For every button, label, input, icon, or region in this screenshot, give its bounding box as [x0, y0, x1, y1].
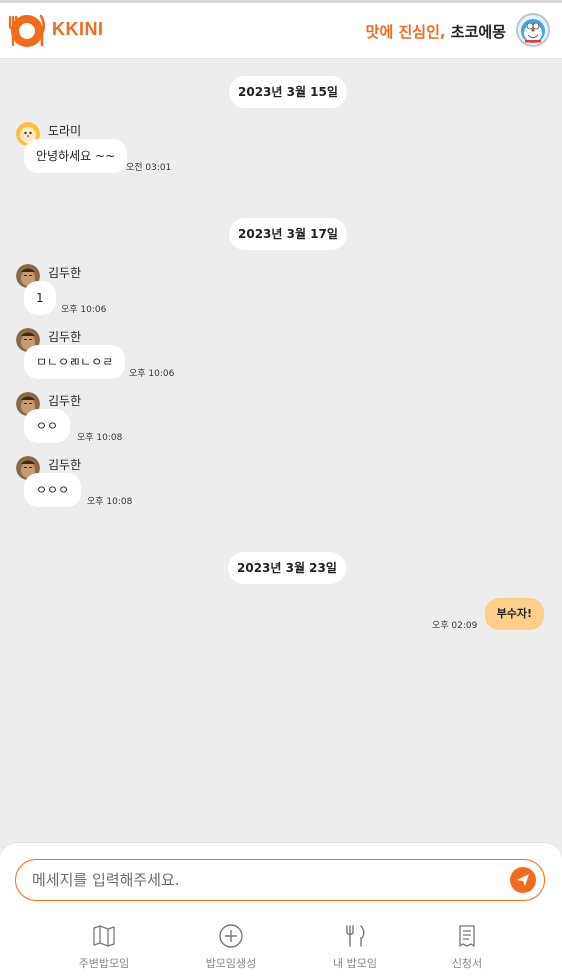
- message-time: 오전 03:01: [126, 163, 172, 173]
- message-input-box: [15, 859, 545, 901]
- receipt-icon: [459, 925, 475, 947]
- sender-name: 김두한: [48, 266, 82, 280]
- greeting-tagline: 맛에 진심인,: [365, 23, 446, 41]
- message-bubble: ㅇㅇ: [24, 409, 71, 443]
- bottom-panel: 주변밥모임 밥모임생성 내 밥모임 신청서: [0, 842, 562, 979]
- date-divider: 2023년 3월 23일: [228, 552, 346, 584]
- send-icon: [517, 874, 529, 886]
- sender-name: 김두한: [48, 458, 82, 472]
- map-icon: [93, 925, 115, 947]
- date-divider: 2023년 3월 17일: [229, 218, 347, 250]
- app-header: KKINI 맛에 진심인, 초코에몽: [0, 3, 562, 59]
- message-bubble: 1: [24, 281, 56, 315]
- message-time: 오후 10:08: [87, 497, 133, 507]
- message-bubble: 안녕하세요 ~~: [24, 139, 128, 173]
- sender-name: 김두한: [48, 394, 82, 408]
- user-greeting: 맛에 진심인, 초코에몽: [366, 21, 506, 42]
- my-message-bubble: 부수자!: [484, 598, 544, 630]
- nav-item-create[interactable]: 밥모임생성: [186, 923, 276, 971]
- nav-label: 밥모임생성: [205, 957, 257, 970]
- message-bubble: ㅁㄴㅇㄻㄴㅇㄹ: [24, 345, 126, 379]
- message-time: 오후 10:08: [77, 433, 123, 443]
- nav-label: 내 밥모임: [333, 957, 377, 970]
- message-time: 오후 10:06: [129, 369, 175, 379]
- logo-icon[interactable]: [6, 11, 46, 49]
- chat-area[interactable]: 2023년 3월 15일 도라미 안녕하세요 ~~ 오전 03:01 2023년…: [0, 60, 562, 840]
- user-avatar[interactable]: [516, 13, 550, 47]
- message-time: 오후 10:06: [61, 305, 107, 315]
- sender-name: 김두한: [48, 330, 82, 344]
- nav-label: 주변밥모임: [78, 957, 130, 970]
- brand-name: KKINI: [52, 19, 104, 39]
- greeting-username: 초코에몽: [445, 23, 506, 41]
- nav-item-applications[interactable]: 신청서: [422, 923, 512, 971]
- nav-label: 신청서: [451, 957, 483, 970]
- nav-item-nearby[interactable]: 주변밥모임: [59, 923, 149, 971]
- date-divider: 2023년 3월 15일: [229, 76, 347, 108]
- nav-item-my-meetings[interactable]: 내 밥모임: [310, 923, 400, 971]
- message-bubble: ㅇㅇㅇ: [24, 473, 82, 507]
- send-button[interactable]: [510, 867, 536, 893]
- fork-knife-icon: [346, 925, 365, 947]
- sender-name: 도라미: [48, 124, 82, 138]
- message-time: 오후 02:09: [432, 621, 478, 631]
- plus-circle-icon: [219, 924, 243, 948]
- message-input[interactable]: [32, 868, 492, 892]
